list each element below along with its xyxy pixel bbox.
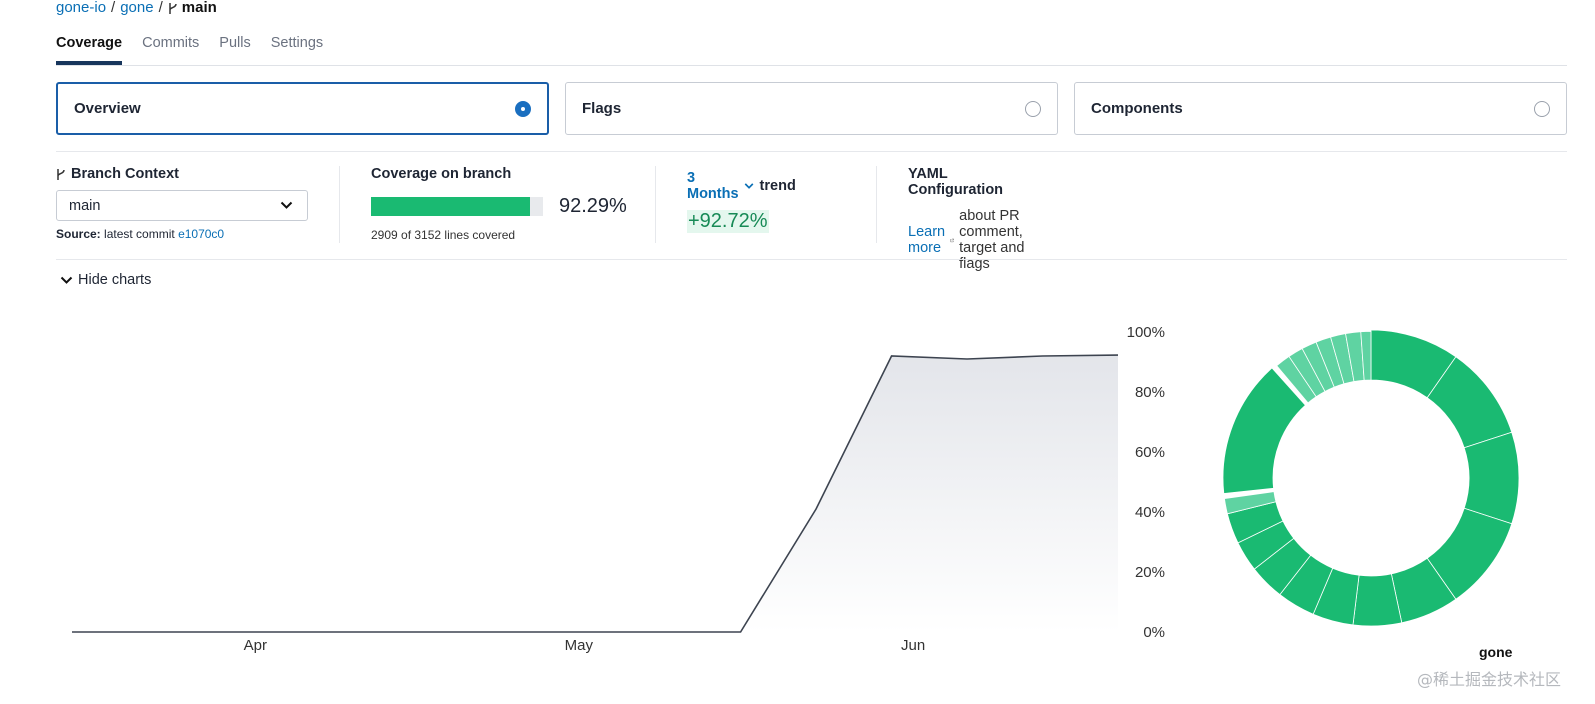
coverage-trend-chart: 0% 20% 40% 60% 80% 100% Apr May Jun [72,324,1165,654]
sunburst-segment[interactable] [1222,367,1306,494]
trend-label: trend [759,178,796,194]
trend-area [72,355,1118,632]
breadcrumb-separator: / [158,0,163,16]
repo-tabs: Coverage Commits Pulls Settings [56,33,1567,66]
flags-card[interactable]: Flags [565,82,1058,135]
coverage-progress-fill [371,197,530,216]
divider [339,166,340,243]
breadcrumb-repo-link[interactable]: gone [120,0,153,16]
divider [876,166,877,243]
y-tick-label: 80% [1135,384,1165,401]
coverage-lines: 2909 of 3152 lines covered [371,228,516,242]
breadcrumb-branch-label: main [181,0,217,16]
trend-section: 3 Months trend +92.72% [687,170,796,233]
branch-context-header: Branch Context [56,166,308,182]
components-radio[interactable] [1534,100,1550,117]
breadcrumb-branch: main [168,0,217,16]
branch-select[interactable]: main [56,190,308,221]
components-card-label: Components [1091,100,1183,117]
trend-period-label: 3 Months [687,170,739,202]
commit-link[interactable]: e1070c0 [178,227,224,241]
flags-card-label: Flags [582,100,622,117]
overview-radio[interactable] [515,100,531,117]
watermark: @稀土掘金技术社区 [1416,670,1561,689]
y-tick-label: 60% [1135,444,1165,461]
tab-commits[interactable]: Commits [142,33,199,65]
learn-more-link[interactable]: Learn more [908,224,945,256]
branch-context-section: Branch Context main Source: latest commi… [56,166,308,241]
chevron-down-icon [60,276,73,284]
branch-icon [57,168,65,180]
source-text: latest commit [104,227,175,241]
breadcrumb-separator: / [111,0,116,16]
source-line: Source: latest commit e1070c0 [56,227,308,241]
y-tick-label: 100% [1127,324,1165,341]
x-tick-label: May [565,637,594,654]
x-tick-label: Apr [244,637,267,654]
sunburst-segment[interactable] [1463,431,1520,525]
tab-settings[interactable]: Settings [271,33,323,65]
coverage-progress-bar [371,197,543,216]
view-selector: Overview Flags Components [56,82,1567,135]
breadcrumb-org-link[interactable]: gone-io [56,0,106,16]
source-label: Source: [56,227,101,241]
overview-card-label: Overview [74,100,141,117]
yaml-description: about PR comment, target and flags [959,208,1025,272]
tab-coverage[interactable]: Coverage [56,33,123,65]
divider [56,151,1567,152]
y-tick-label: 40% [1135,504,1165,521]
coverage-section: Coverage on branch 92.29% 2909 of 3152 l… [371,166,627,242]
flags-radio[interactable] [1025,100,1041,117]
x-tick-label: Jun [901,637,925,654]
branch-context-title: Branch Context [71,166,179,182]
coverage-percent: 92.29% [559,195,627,217]
yaml-section: YAML Configuration Learn more about PR c… [908,166,1032,272]
tab-pulls[interactable]: Pulls [219,33,250,65]
trend-period-select[interactable]: 3 Months [687,170,755,202]
yaml-title: YAML Configuration [908,166,1004,198]
divider [56,259,1567,260]
divider [655,166,656,243]
y-tick-label: 20% [1135,564,1165,581]
hide-charts-toggle[interactable]: Hide charts [60,272,151,288]
chevron-down-icon [745,183,754,189]
hide-charts-label: Hide charts [78,272,152,288]
trend-value: +92.72% [687,210,769,233]
chevron-down-icon [280,201,293,209]
coverage-sunburst-chart [1222,329,1520,627]
y-tick-label: 0% [1143,624,1165,641]
components-card[interactable]: Components [1074,82,1567,135]
overview-card[interactable]: Overview [56,82,549,135]
external-link-icon[interactable] [950,234,954,247]
sunburst-root-label: gone [1479,644,1513,660]
coverage-title: Coverage on branch [371,166,512,182]
branch-select-value: main [69,197,101,214]
breadcrumb: gone-io / gone / main [56,0,217,16]
branch-icon [169,2,177,14]
